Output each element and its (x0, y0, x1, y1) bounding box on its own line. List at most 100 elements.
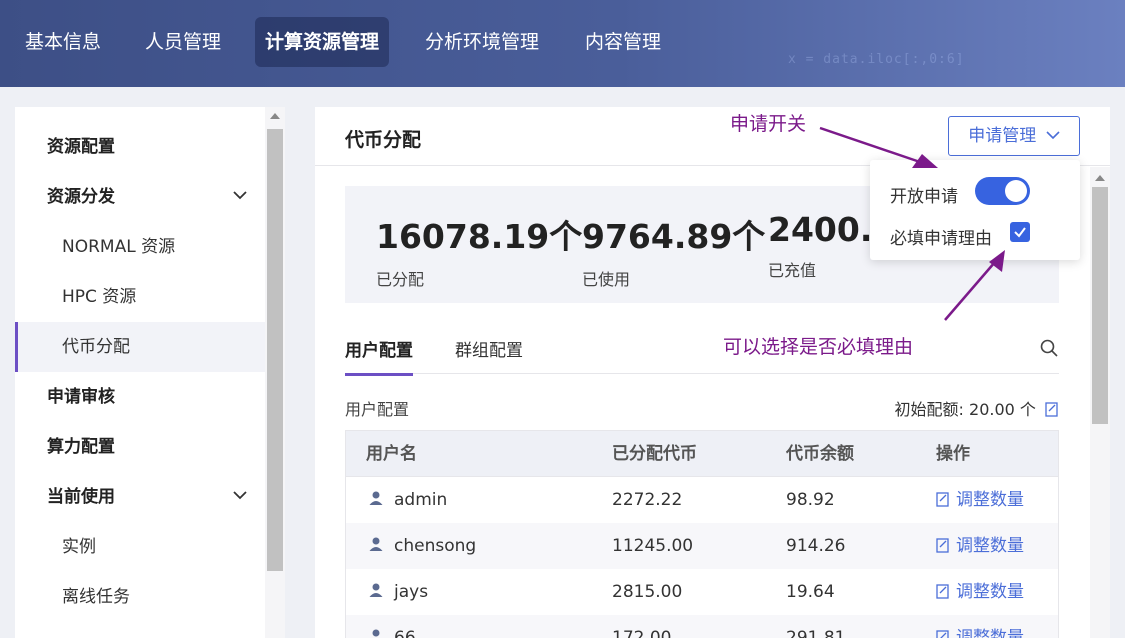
sidebar-item-label: 离线任务 (62, 587, 130, 607)
sidebar-item-label: 当前使用 (47, 487, 115, 507)
tab-bar: 用户配置 群组配置 (345, 322, 1059, 376)
sidebar-item-normal-resource[interactable]: NORMAL 资源 (15, 222, 265, 272)
sidebar-item-label: NORMAL 资源 (62, 237, 176, 257)
nav-item-basic-info[interactable]: 基本信息 (15, 17, 111, 67)
stat-label: 已分配 (376, 270, 425, 289)
stat-label: 已使用 (582, 270, 631, 289)
scroll-up-arrow-icon[interactable] (1095, 175, 1105, 181)
username-cell: admin (368, 477, 447, 523)
nav-item-analysis-env[interactable]: 分析环境管理 (415, 17, 549, 67)
adjust-amount-label: 调整数量 (956, 536, 1024, 556)
username-text: jays (394, 582, 429, 602)
sidebar-item-current-usage[interactable]: 当前使用 (15, 472, 265, 522)
username-cell: 66 (368, 615, 416, 638)
edit-icon (936, 479, 950, 507)
chevron-down-icon (1042, 126, 1060, 146)
sidebar-item-compute-config[interactable]: 算力配置 (15, 422, 265, 472)
stat-value: 9764.89个 (582, 217, 766, 256)
balance-cell: 291.81 (786, 628, 846, 638)
balance-cell: 98.92 (786, 490, 835, 510)
allocated-cell: 2272.22 (612, 490, 683, 510)
adjust-amount-label: 调整数量 (956, 490, 1024, 510)
toggle-knob (1005, 180, 1027, 202)
username-text: admin (394, 490, 448, 510)
adjust-amount-link[interactable]: 调整数量 (936, 523, 1024, 569)
sidebar-item-label: 代币分配 (62, 337, 130, 357)
sidebar-item-label: HPC 资源 (62, 287, 137, 307)
apply-management-label: 申请管理 (968, 126, 1037, 146)
annotation-switch-note: 申请开关 (730, 113, 807, 135)
sidebar-item-instances[interactable]: 实例 (15, 522, 265, 572)
user-icon (368, 524, 384, 551)
adjust-amount-label: 调整数量 (956, 628, 1024, 638)
table-row: jays 2815.00 19.64 调整数量 (346, 569, 1058, 615)
user-icon (368, 478, 384, 505)
sidebar-scrollbar[interactable] (265, 107, 285, 638)
sidebar-item-label: 申请审核 (47, 387, 115, 407)
balance-cell: 914.26 (786, 536, 846, 556)
annotation-reason-note: 可以选择是否必填理由 (723, 336, 914, 358)
table-row: chensong 11245.00 914.26 调整数量 (346, 523, 1058, 569)
sidebar: 资源配置 资源分发 NORMAL 资源 HPC 资源 代币分配 申请审核 算力配… (15, 107, 285, 638)
top-navigation: x = data.iloc[:,0:6] 基本信息 人员管理 计算资源管理 分析… (0, 0, 1125, 87)
header-code-decoration: x = data.iloc[:,0:6] (788, 52, 965, 67)
checkmark-icon (1010, 227, 1030, 246)
sidebar-item-resource-config[interactable]: 资源配置 (15, 122, 265, 172)
username-text: 66 (394, 628, 416, 638)
sidebar-item-resource-distribution[interactable]: 资源分发 (15, 172, 265, 222)
sidebar-item-hpc-resource[interactable]: HPC 资源 (15, 272, 265, 322)
open-apply-label: 开放申请 (890, 187, 958, 207)
adjust-amount-link[interactable]: 调整数量 (936, 477, 1024, 523)
section-label: 用户配置 (345, 400, 410, 419)
column-header-action: 操作 (936, 444, 970, 464)
edit-icon (936, 571, 950, 599)
nav-item-compute-resources[interactable]: 计算资源管理 (255, 17, 390, 67)
username-cell: chensong (368, 523, 476, 569)
apply-management-dropdown[interactable]: 申请管理 (948, 116, 1080, 156)
allocated-cell: 2815.00 (612, 582, 683, 602)
user-token-table: 用户名 已分配代币 代币余额 操作 admin 2272.22 98.92 调整… (345, 430, 1059, 638)
scroll-up-arrow-icon[interactable] (270, 113, 280, 119)
edit-icon (936, 617, 950, 638)
nav-item-content[interactable]: 内容管理 (575, 17, 671, 67)
apply-management-popover: 开放申请 必填申请理由 (870, 160, 1080, 260)
scrollbar-thumb[interactable] (267, 129, 283, 571)
adjust-amount-link[interactable]: 调整数量 (936, 615, 1024, 638)
balance-cell: 19.64 (786, 582, 835, 602)
allocated-cell: 11245.00 (612, 536, 694, 556)
adjust-amount-label: 调整数量 (956, 582, 1024, 602)
sidebar-item-offline-tasks[interactable]: 离线任务 (15, 572, 265, 622)
sidebar-item-label: 实例 (62, 537, 96, 557)
adjust-amount-link[interactable]: 调整数量 (936, 569, 1024, 615)
column-header-balance: 代币余额 (786, 444, 854, 464)
scrollbar-thumb[interactable] (1092, 187, 1108, 424)
username-text: chensong (394, 536, 477, 556)
edit-icon[interactable] (1045, 401, 1059, 417)
table-row: 66 172.00 291.81 调整数量 (346, 615, 1058, 638)
page-title: 代币分配 (345, 129, 422, 151)
sidebar-item-label: 资源分发 (47, 187, 115, 207)
main-header: 代币分配 申请管理 (315, 107, 1110, 166)
main-scrollbar[interactable] (1090, 167, 1110, 638)
nav-item-people[interactable]: 人员管理 (135, 17, 231, 67)
sidebar-item-token-allocation[interactable]: 代币分配 (15, 322, 265, 372)
sidebar-item-label: 算力配置 (47, 437, 115, 457)
tab-group-config[interactable]: 群组配置 (455, 336, 523, 373)
search-icon[interactable] (1039, 338, 1059, 358)
stat-label: 已充值 (768, 261, 817, 280)
stat-allocated: 16078.19个 已分配 (376, 210, 582, 290)
require-reason-label: 必填申请理由 (890, 229, 992, 249)
column-header-allocated: 已分配代币 (612, 444, 697, 464)
stat-value: 16078.19个 (376, 217, 583, 256)
user-icon (368, 616, 384, 637)
tab-user-config[interactable]: 用户配置 (345, 336, 413, 376)
edit-icon (936, 525, 950, 553)
user-icon (368, 570, 384, 597)
allocated-cell: 172.00 (612, 628, 672, 638)
table-header: 用户名 已分配代币 代币余额 操作 (346, 431, 1058, 477)
column-header-username: 用户名 (366, 444, 417, 464)
sidebar-item-application-review[interactable]: 申请审核 (15, 372, 265, 422)
table-row: admin 2272.22 98.92 调整数量 (346, 477, 1058, 523)
require-reason-checkbox[interactable] (1010, 222, 1030, 242)
open-apply-toggle[interactable] (975, 177, 1030, 205)
